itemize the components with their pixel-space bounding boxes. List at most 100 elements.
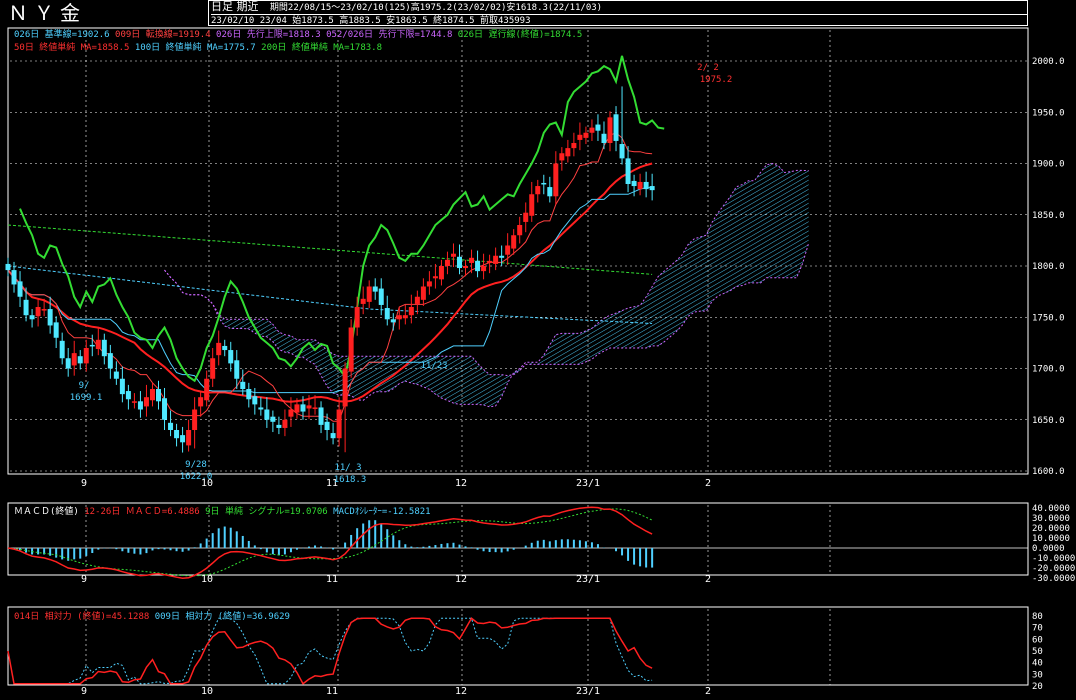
main-xtick-4: 23/1 xyxy=(576,478,600,489)
main-xtick-5: 2 xyxy=(705,478,711,489)
candle-body-33 xyxy=(204,378,210,401)
main-ytick-0: 2000.0 xyxy=(1032,57,1065,67)
candle-body-64 xyxy=(390,319,396,323)
macd-ytick-2: 20.0000 xyxy=(1032,524,1070,534)
main-xtick-0: 9 xyxy=(81,478,87,489)
rsi-ytick-3: 50 xyxy=(1032,647,1043,657)
candle-body-2 xyxy=(17,281,23,297)
candle-body-57 xyxy=(348,327,354,372)
candle-body-49 xyxy=(300,404,306,412)
candle-body-69 xyxy=(420,286,426,300)
grid xyxy=(10,30,1028,685)
candle-body-78 xyxy=(475,260,481,272)
candle-body-7 xyxy=(47,309,53,326)
main-ytick-8: 1600.0 xyxy=(1032,467,1065,477)
candle-body-12 xyxy=(77,356,83,364)
rsi-xtick-4: 23/1 xyxy=(576,686,600,697)
rsi-xtick-3: 12 xyxy=(455,686,467,697)
candle-body-82 xyxy=(499,255,505,258)
candle-body-51 xyxy=(312,407,318,409)
main-ytick-4: 1800.0 xyxy=(1032,262,1065,272)
macd-ytick-3: 10.0000 xyxy=(1032,534,1070,544)
candle-body-71 xyxy=(432,276,438,279)
macd-xtick-0: 9 xyxy=(81,574,87,585)
candle-body-27 xyxy=(168,422,174,430)
main-legend-line2: 50日 終値単純 MA=1858.5 100日 終値単純 MA=1775.7 2… xyxy=(14,41,382,53)
main-ytick-2: 1900.0 xyxy=(1032,160,1065,170)
candle-body-96 xyxy=(583,132,589,138)
candle-body-91 xyxy=(553,163,559,197)
rsi-ytick-5: 30 xyxy=(1032,670,1043,680)
main-ytick-7: 1650.0 xyxy=(1032,416,1065,426)
candle-body-6 xyxy=(41,309,47,311)
macd-xtick-5: 2 xyxy=(705,574,711,585)
macd-ytick-0: 40.0000 xyxy=(1032,504,1070,514)
candle-body-25 xyxy=(156,389,161,402)
macd-xtick-2: 11 xyxy=(326,574,338,585)
candle-body-4 xyxy=(29,315,35,320)
rsi-xtick-1: 10 xyxy=(201,686,213,697)
candle-body-9 xyxy=(59,340,65,359)
candle-body-106 xyxy=(643,181,649,190)
macd-ytick-7: -30.0000 xyxy=(1032,574,1075,584)
candle-body-26 xyxy=(162,398,168,420)
rsi-xtick-2: 11 xyxy=(326,686,338,697)
candle-body-102 xyxy=(619,144,625,159)
candle-body-55 xyxy=(336,409,342,439)
low-sep-date: 9/28 xyxy=(185,460,207,470)
candle-body-77 xyxy=(469,257,475,263)
candle-body-68 xyxy=(414,296,420,304)
macd-ytick-5: -10.0000 xyxy=(1032,554,1075,564)
candle-body-94 xyxy=(571,143,577,149)
candle-body-15 xyxy=(95,339,101,350)
candle-body-85 xyxy=(517,225,523,236)
rsi-plot xyxy=(7,617,653,685)
rsi-xtick-0: 9 xyxy=(81,686,87,697)
low-nov-value: 1618.3 xyxy=(334,475,367,485)
candle-body-43 xyxy=(264,409,270,420)
candle-body-90 xyxy=(547,187,553,197)
chikou-line xyxy=(19,55,665,383)
macd-xtick-3: 12 xyxy=(455,574,467,585)
main-panel-frame xyxy=(7,27,1029,475)
candle-body-73 xyxy=(444,259,450,266)
candle-body-10 xyxy=(65,358,71,369)
candle-body-24 xyxy=(149,389,155,401)
candle-body-79 xyxy=(481,266,487,272)
candle-body-5 xyxy=(35,307,41,317)
macd-ytick-1: 30.0000 xyxy=(1032,514,1070,524)
candle-body-3 xyxy=(23,299,29,316)
high-annotation-value: 1975.2 xyxy=(700,75,733,85)
candle-body-107 xyxy=(649,186,655,191)
candle-body-76 xyxy=(463,266,469,269)
chart-canvas: 2000.0 1950.0 1900.0 1850.0 1800.0 1750.0 1700… xyxy=(5,27,1075,697)
candle-body-62 xyxy=(378,288,384,305)
candle-body-35 xyxy=(216,342,222,356)
candle-body-83 xyxy=(505,245,511,255)
candle-body-28 xyxy=(174,430,180,439)
candle-body-29 xyxy=(180,435,186,443)
candle-body-47 xyxy=(288,409,294,417)
rsi-ytick-4: 40 xyxy=(1032,659,1043,669)
nov-mid-label: 11/23 xyxy=(420,361,447,371)
ma200-line xyxy=(7,224,653,275)
candle-body-46 xyxy=(282,419,288,428)
high-annotation-date: 2/ 2 xyxy=(697,63,719,73)
candle-body-44 xyxy=(270,416,276,422)
candle-body-56 xyxy=(342,368,348,407)
candle-body-97 xyxy=(589,127,595,133)
axis-labels: 2000.0 1950.0 1900.0 1850.0 1800.0 1750.0 1700… xyxy=(81,57,1075,697)
rsi-ytick-6: 20 xyxy=(1032,682,1043,692)
candle-body-1 xyxy=(11,270,17,285)
candle-body-80 xyxy=(487,260,493,263)
candle-body-60 xyxy=(366,286,372,302)
ma100-line xyxy=(7,265,653,324)
rsi14-line xyxy=(7,617,653,685)
candle-body-19 xyxy=(119,378,125,395)
candle-body-14 xyxy=(89,344,95,347)
candle-body-63 xyxy=(384,308,390,320)
candle-body-37 xyxy=(228,350,234,364)
candle-body-105 xyxy=(637,181,643,190)
macd-ytick-4: 0.0000 xyxy=(1032,544,1065,554)
left-low-date: 9/ xyxy=(79,381,90,391)
